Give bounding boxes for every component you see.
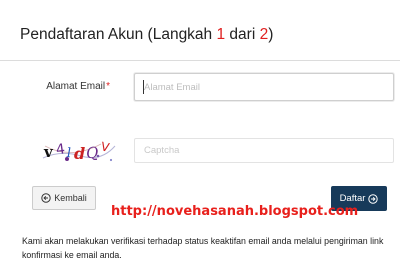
required-asterisk: * [106,81,110,92]
watermark-url: http://novehasanah.blogspot.com [111,204,359,219]
verification-info-text: Kami akan melakukan verifikasi terhadap … [22,236,384,260]
title-middle: dari [225,26,260,43]
back-button[interactable]: Kembali [32,186,96,210]
register-button-label: Daftar [339,193,366,204]
captcha-char: v [43,143,54,161]
captcha-char: d [74,144,85,163]
captcha-char: V [100,139,112,155]
text-cursor [143,80,144,94]
title-prefix: Pendaftaran Akun (Langkah [20,26,217,43]
captcha-field[interactable] [134,138,394,163]
current-step-number: 1 [216,26,226,43]
email-label-text: Alamat Email [46,81,106,92]
email-field[interactable] [134,73,394,101]
arrow-right-circle-icon [368,193,379,204]
header-divider [0,60,400,61]
title-suffix: ) [268,26,274,43]
page-title: Pendaftaran Akun (Langkah 1 dari 2) [20,26,273,44]
captcha-image: v 4 l d Q V [41,138,117,164]
arrow-left-circle-icon [41,193,51,203]
email-label: Alamat Email* [46,81,110,92]
captcha-char: 4 [55,141,66,158]
back-button-label: Kembali [54,193,87,203]
total-steps-number: 2 [259,26,269,43]
captcha-char: Q [85,143,99,162]
